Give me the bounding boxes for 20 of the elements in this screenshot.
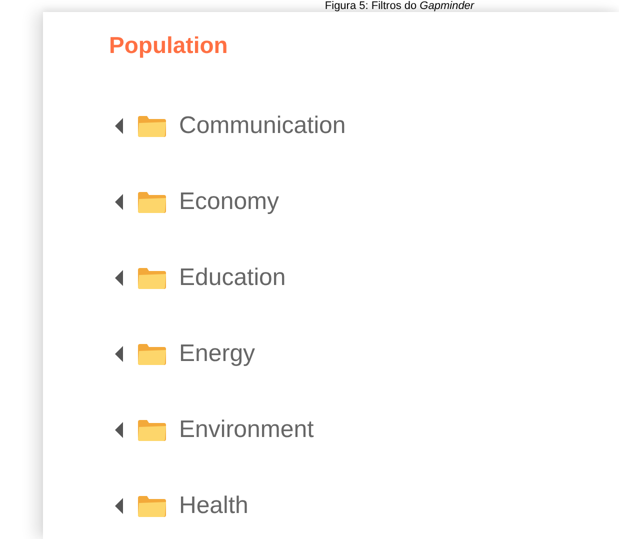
folder-icon	[137, 418, 167, 442]
caret-icon[interactable]	[113, 346, 123, 362]
caret-icon[interactable]	[113, 194, 123, 210]
figure-caption: Figura 5: Filtros do Gapminder	[324, 0, 474, 12]
folder-label[interactable]: Environment	[179, 415, 314, 445]
folder-label[interactable]: Communication	[179, 111, 346, 141]
section-heading: Population	[109, 31, 228, 60]
folder-label[interactable]: Education	[179, 263, 286, 293]
caret-icon[interactable]	[113, 498, 123, 514]
caret-icon[interactable]	[113, 270, 123, 286]
folder-label[interactable]: Economy	[179, 187, 280, 217]
caret-icon[interactable]	[113, 118, 123, 134]
folder-icon	[137, 342, 167, 366]
caret-icon[interactable]	[113, 422, 123, 438]
folder-icon	[137, 266, 167, 290]
folder-icon	[137, 114, 167, 138]
folder-label[interactable]: Energy	[179, 339, 256, 369]
folder-icon	[137, 494, 167, 518]
folder-label[interactable]: Health	[179, 491, 248, 521]
folder-icon	[137, 190, 167, 214]
